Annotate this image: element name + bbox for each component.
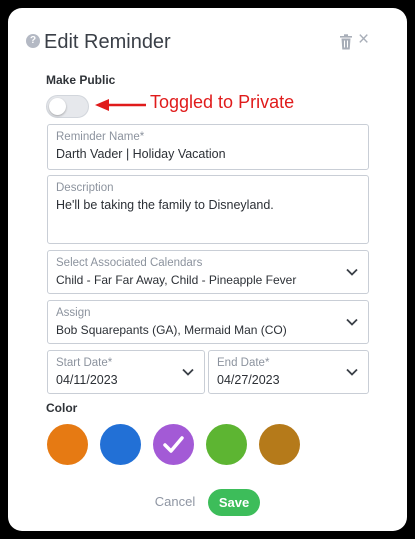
assign-label: Assign xyxy=(56,307,91,319)
check-icon xyxy=(163,436,184,453)
make-public-label: Make Public xyxy=(46,73,116,87)
color-swatch-purple[interactable] xyxy=(153,424,194,465)
assign-select[interactable]: Assign Bob Squarepants (GA), Mermaid Man… xyxy=(47,300,369,344)
cancel-button[interactable]: Cancel xyxy=(147,488,203,516)
chevron-down-icon[interactable] xyxy=(346,318,358,326)
reminder-name-label: Reminder Name* xyxy=(56,131,145,143)
description-value[interactable]: He'll be taking the family to Disneyland… xyxy=(56,198,274,212)
start-date-label: Start Date* xyxy=(56,357,113,369)
make-public-toggle[interactable] xyxy=(46,95,89,118)
save-button[interactable]: Save xyxy=(208,489,260,516)
color-label: Color xyxy=(46,401,78,415)
calendars-label: Select Associated Calendars xyxy=(56,257,203,269)
reminder-name-field[interactable]: Reminder Name* Darth Vader | Holiday Vac… xyxy=(47,124,369,170)
assign-value[interactable]: Bob Squarepants (GA), Mermaid Man (CO) xyxy=(56,323,287,337)
trash-icon[interactable] xyxy=(339,34,353,50)
start-date-field[interactable]: Start Date* 04/11/2023 xyxy=(47,350,205,394)
color-swatch-green[interactable] xyxy=(206,424,247,465)
calendars-select[interactable]: Select Associated Calendars Child - Far … xyxy=(47,250,369,294)
description-label: Description xyxy=(56,182,114,194)
color-swatch-brown[interactable] xyxy=(259,424,300,465)
end-date-field[interactable]: End Date* 04/27/2023 xyxy=(208,350,369,394)
dialog-title: Edit Reminder xyxy=(44,31,171,53)
annotation-arrow xyxy=(95,99,146,111)
calendars-value[interactable]: Child - Far Far Away, Child - Pineapple … xyxy=(56,273,296,287)
close-icon[interactable]: × xyxy=(358,30,369,50)
reminder-name-value[interactable]: Darth Vader | Holiday Vacation xyxy=(56,147,226,161)
chevron-down-icon[interactable] xyxy=(346,368,358,376)
end-date-value[interactable]: 04/27/2023 xyxy=(217,373,280,387)
help-icon[interactable]: ? xyxy=(26,34,40,48)
annotation-text: Toggled to Private xyxy=(150,92,295,112)
start-date-value[interactable]: 04/11/2023 xyxy=(56,373,118,387)
color-swatch-blue[interactable] xyxy=(100,424,141,465)
toggle-knob[interactable] xyxy=(49,98,66,115)
end-date-label: End Date* xyxy=(217,357,270,369)
chevron-down-icon[interactable] xyxy=(346,268,358,276)
color-swatch-orange[interactable] xyxy=(47,424,88,465)
description-field[interactable]: Description He'll be taking the family t… xyxy=(47,175,369,244)
chevron-down-icon[interactable] xyxy=(182,368,194,376)
